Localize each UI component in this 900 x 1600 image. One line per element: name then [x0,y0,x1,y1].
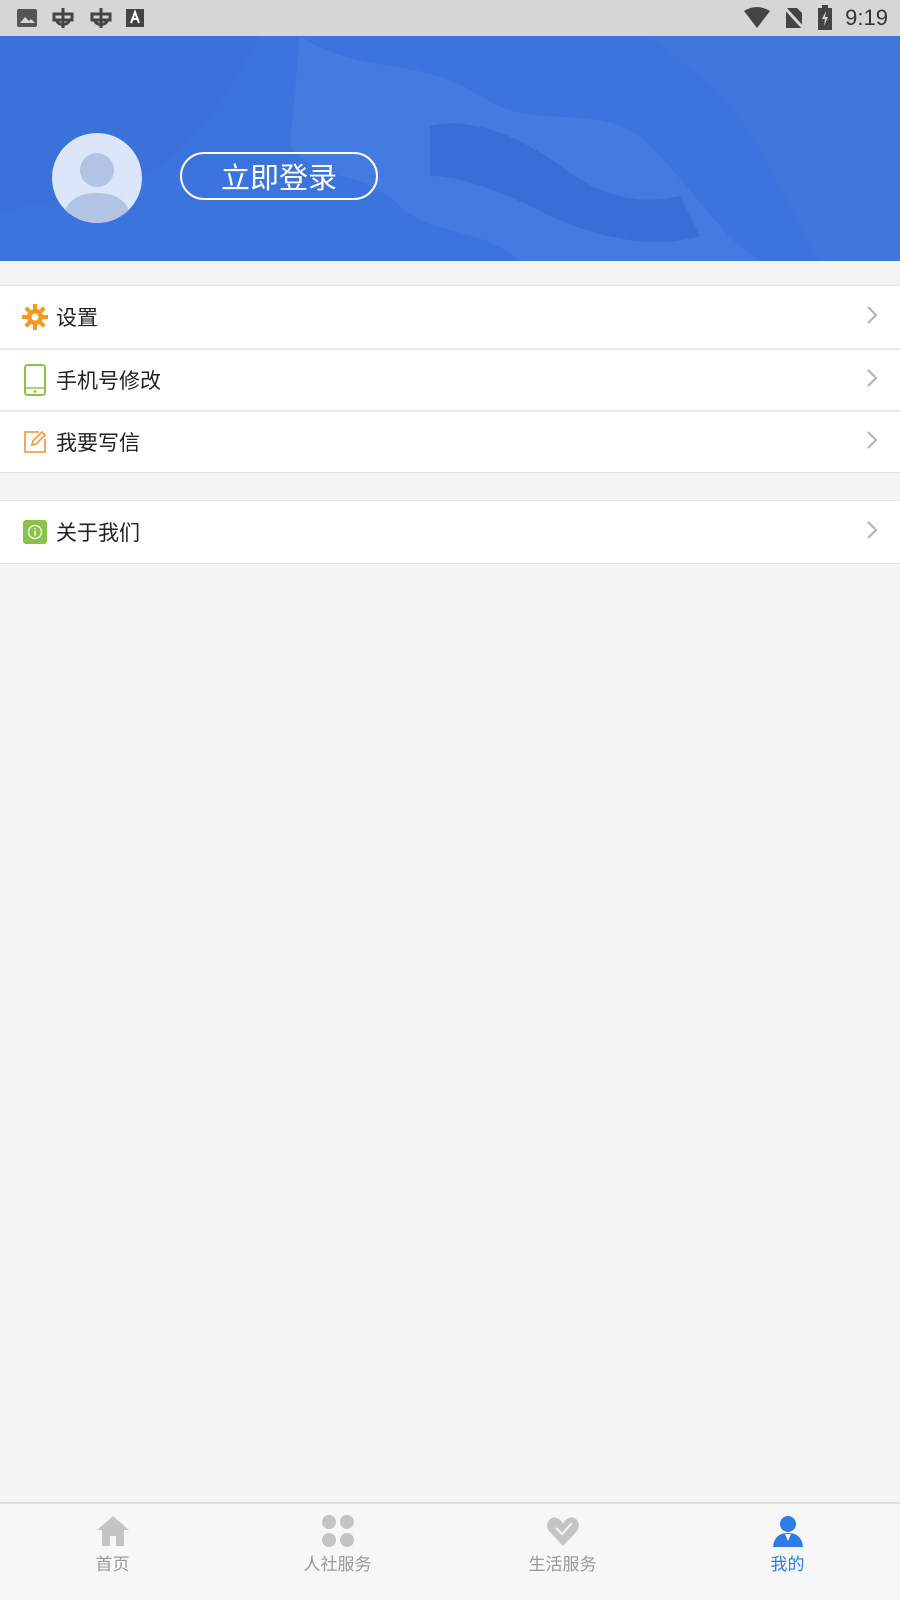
profile-header: 立即登录 [0,36,900,261]
menu-item-write-letter[interactable]: 我要写信 [0,410,900,472]
chevron-right-icon [866,305,878,329]
font-icon [126,9,144,27]
status-left-icons [16,5,144,31]
edit-icon [22,427,48,457]
status-time: 9:19 [845,5,888,30]
login-button[interactable]: 立即登录 [180,152,378,200]
nav-item-social-services[interactable]: 人社服务 [225,1504,450,1600]
menu-item-label: 我要写信 [56,431,140,455]
nav-item-home[interactable]: 首页 [0,1504,225,1600]
bottom-navigation: 首页 人社服务 生活服务 我的 [0,1502,900,1600]
nav-item-label: 生活服务 [528,1555,597,1575]
bug-icon [50,5,76,31]
chevron-right-icon [866,520,878,544]
nav-item-label: 我的 [770,1555,805,1575]
wifi-icon [743,7,771,29]
menu-item-label: 手机号修改 [56,369,161,393]
home-icon [96,1516,129,1546]
menu-item-label: 设置 [56,306,98,330]
image-icon [16,7,38,29]
nav-item-label: 人社服务 [303,1555,372,1575]
menu-item-settings[interactable]: 设置 [0,286,900,348]
chevron-right-icon [866,430,878,454]
menu-item-phone-change[interactable]: 手机号修改 [0,348,900,410]
heart-icon [546,1517,579,1546]
nav-item-label: 首页 [95,1555,130,1575]
phone-icon [22,364,48,396]
nav-item-mine[interactable]: 我的 [675,1504,900,1600]
battery-charging-icon [817,5,833,31]
menu-item-label: 关于我们 [56,521,140,545]
status-bar: 9:19 [0,0,900,36]
menu-group-about: 关于我们 [0,500,900,564]
status-right-icons: 9:19 [743,5,888,31]
gear-icon [22,302,48,332]
info-icon [22,517,48,547]
menu-item-about-us[interactable]: 关于我们 [0,501,900,563]
user-icon [772,1516,803,1547]
user-avatar-icon [62,153,132,223]
menu-group-account: 设置 手机号修改 我要写信 [0,285,900,473]
bug-icon [88,5,114,31]
chevron-right-icon [866,368,878,392]
nav-item-life-services[interactable]: 生活服务 [450,1504,675,1600]
no-sim-icon [783,6,806,30]
avatar[interactable] [52,133,142,223]
grid-icon [321,1515,354,1547]
header-background-image [0,36,900,261]
